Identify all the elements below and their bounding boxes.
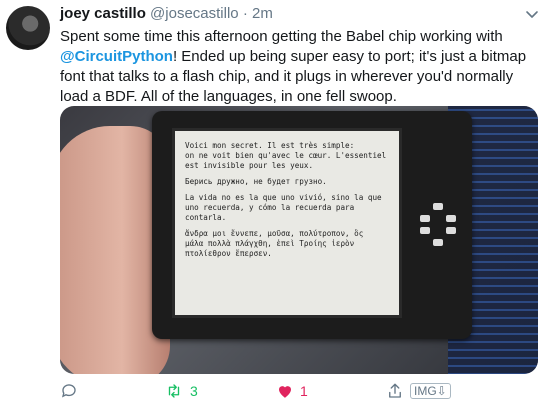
tweet-text: Spent some time this afternoon getting t… xyxy=(60,27,542,107)
screen-text-french: Voici mon secret. Il est très simple: on… xyxy=(185,141,387,170)
user-handle[interactable]: @josecastillo xyxy=(150,5,239,22)
avatar[interactable] xyxy=(6,6,50,50)
separator-dot: · xyxy=(242,5,248,22)
screen-text-greek: ἄνδρα μοι ἔννεπε, μοῦσα, πολύτροπον, ὃς … xyxy=(185,229,364,258)
like-button[interactable]: 1 xyxy=(276,382,308,400)
like-count: 1 xyxy=(300,383,308,399)
tweet-photo[interactable]: Voici mon secret. Il est très simple: on… xyxy=(60,106,538,374)
screen-text-spanish: La vida no es la que uno vivió, sino la … xyxy=(185,193,382,222)
tweet-header: joey castillo @josecastillo · 2m xyxy=(60,5,273,22)
mention-link[interactable]: @CircuitPython xyxy=(60,48,173,65)
device-board: Voici mon secret. Il est très simple: on… xyxy=(152,111,472,339)
chevron-down-icon[interactable] xyxy=(524,6,540,22)
screen-text-russian: Берись дружно, не будет грузно. xyxy=(185,177,327,186)
heart-icon xyxy=(279,386,291,398)
device-buttons xyxy=(420,203,456,251)
share-button[interactable]: IMG⇩ xyxy=(386,382,451,400)
reply-icon xyxy=(61,384,76,398)
reply-button[interactable] xyxy=(60,382,78,400)
device-screen: Voici mon secret. Il est très simple: on… xyxy=(172,128,402,318)
retweet-count: 3 xyxy=(190,383,198,399)
retweet-icon xyxy=(168,384,180,398)
display-name[interactable]: joey castillo xyxy=(60,5,146,22)
share-icon xyxy=(389,383,401,398)
retweet-button[interactable]: 3 xyxy=(164,382,198,400)
timestamp[interactable]: 2m xyxy=(252,5,273,22)
img-download-badge[interactable]: IMG⇩ xyxy=(410,383,451,399)
tweet-actions: 3 1 IMG⇩ xyxy=(60,382,540,406)
tweet-text-start: Spent some time this afternoon getting t… xyxy=(60,28,503,45)
